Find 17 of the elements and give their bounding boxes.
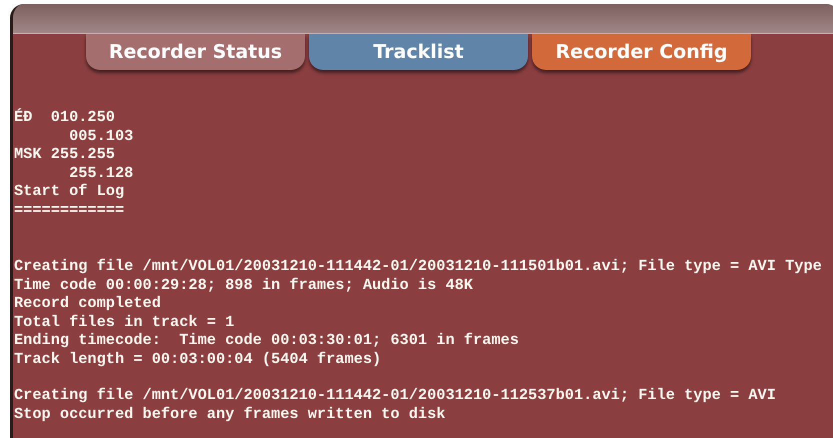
log-line: Ending timecode: Time code 00:03:30:01; 6301 in frames <box>14 331 519 350</box>
log-line: 255.128 <box>68 164 134 182</box>
log-line: ÉĐ 010.250 <box>14 108 115 126</box>
log-line: Time code 00:00:29:28; 898 in frames; Audio is 48K <box>14 276 473 294</box>
log-line: Stop occurred before any frames written to disk <box>14 404 446 423</box>
log-line: Creating file /mnt/VOL01/20031210-111442-01/20031210-111501b01.avi; File type = AVI Type <box>14 257 822 276</box>
nav-tab[interactable]: Tracklist <box>309 34 528 70</box>
log-line: Start of Log <box>14 182 124 200</box>
log-line: 005.103 <box>68 126 134 145</box>
log-line: Total files in track = 1 <box>14 312 234 331</box>
log-line: Track length = 00:03:00:04 (5404 frames) <box>14 350 382 368</box>
nav-tab[interactable]: Recorder Config <box>532 34 751 70</box>
log-line: MSK 255.255 <box>14 145 115 164</box>
log-line: Creating file /mnt/VOL01/20031210-111442-01/20031210-112537b01.avi; File type = AVI <box>14 386 776 404</box>
log-line: ============ <box>14 200 124 219</box>
nav-tab[interactable]: Recorder Status <box>86 34 305 70</box>
log-line: Record completed <box>14 294 161 312</box>
